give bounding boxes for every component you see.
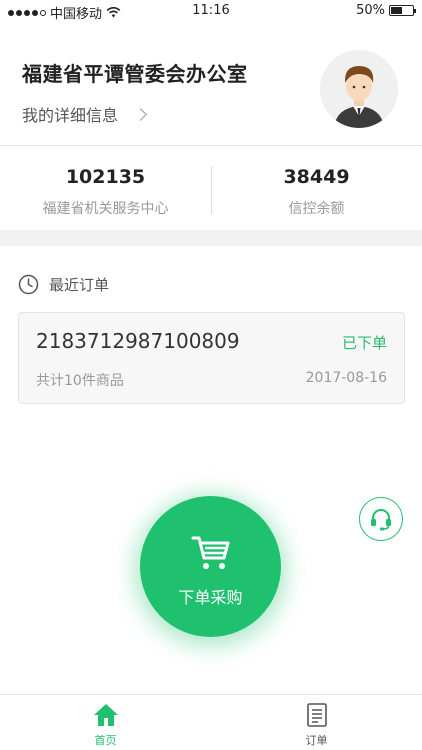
org-name: 福建省平谭管委会办公室: [22, 62, 248, 86]
user-avatar-icon: [320, 50, 398, 128]
headset-icon: [371, 509, 391, 531]
order-number: 2183712987100809: [36, 329, 240, 353]
profile-header: 福建省平谭管委会办公室 我的详细信息: [0, 22, 422, 146]
stat-center-points[interactable]: 102135 福建省机关服务中心: [0, 146, 211, 230]
tab-label: 订单: [305, 734, 328, 747]
order-status: 已下单: [341, 334, 387, 352]
battery-percent: 50%: [356, 3, 385, 18]
stat-value: 102135: [65, 166, 146, 188]
detail-info-link[interactable]: 我的详细信息: [22, 102, 147, 126]
section-separator: [0, 230, 422, 246]
status-bar: 中国移动 11:16 50%: [0, 0, 422, 22]
avatar[interactable]: [320, 50, 398, 128]
tab-home[interactable]: 首页: [0, 695, 211, 750]
stat-label: 福建省机关服务中心: [42, 201, 169, 217]
stat-credit-balance[interactable]: 38449 信控余额: [211, 146, 422, 230]
place-order-button[interactable]: 下单采购: [140, 496, 281, 637]
tab-orders[interactable]: 订单: [211, 695, 422, 750]
home-icon: [93, 704, 118, 726]
tab-bar: 首页 订单: [0, 694, 422, 750]
cart-icon: [191, 536, 229, 569]
stat-value: 38449: [283, 166, 350, 188]
stat-label: 信控余额: [288, 201, 345, 217]
order-card[interactable]: 2183712987100809 已下单 共计10件商品 2017-08-16: [18, 312, 405, 404]
document-icon: [306, 703, 327, 727]
recent-orders-heading: 最近订单: [18, 274, 109, 295]
stats-row: 102135 福建省机关服务中心 38449 信控余额: [0, 146, 422, 230]
order-item-count: 共计10件商品: [36, 373, 124, 389]
place-order-label: 下单采购: [178, 588, 243, 607]
battery-icon: [389, 5, 416, 16]
recent-orders-title: 最近订单: [49, 276, 110, 294]
order-date: 2017-08-16: [305, 370, 387, 386]
chevron-right-icon: [134, 107, 147, 121]
clock-icon: [18, 274, 39, 295]
customer-service-button[interactable]: [359, 497, 403, 541]
detail-info-label: 我的详细信息: [22, 106, 119, 125]
divider: [211, 166, 212, 214]
tab-label: 首页: [94, 734, 117, 747]
